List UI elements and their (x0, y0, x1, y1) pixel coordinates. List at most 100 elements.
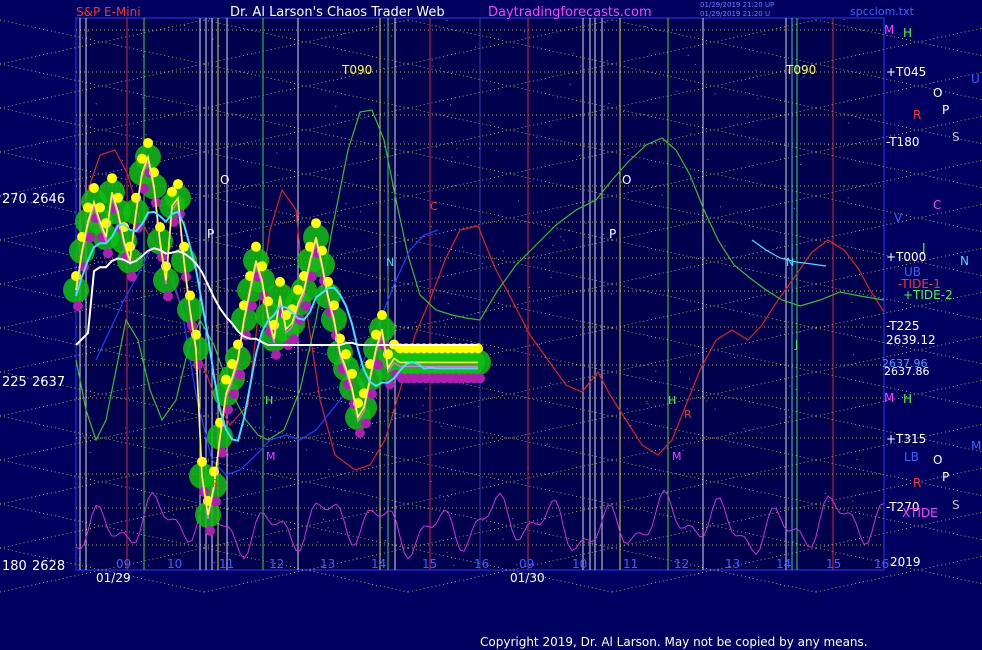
star-dot (847, 197, 849, 199)
star-dot (343, 33, 345, 35)
star-dot (444, 323, 446, 325)
star-dot (184, 25, 186, 27)
star-dot (569, 230, 571, 232)
low-marker-dot (235, 369, 245, 380)
star-dot (604, 22, 606, 24)
star-dot (626, 375, 628, 377)
star-dot (86, 153, 88, 155)
right-label: C (933, 198, 941, 212)
star-dot (626, 408, 628, 410)
x-tick-label: 11 (623, 557, 638, 571)
star-dot (472, 69, 474, 71)
star-dot (484, 436, 486, 438)
star-dot (843, 185, 845, 187)
star-dot (384, 540, 386, 542)
y-tick-price: 2628 (32, 559, 65, 574)
x-tick-label: 12 (674, 557, 689, 571)
high-marker-dot (155, 222, 165, 233)
star-dot (439, 67, 441, 69)
chart-annotation: H (668, 394, 676, 407)
star-dot (682, 449, 684, 451)
star-dot (607, 60, 609, 62)
star-dot (661, 194, 663, 196)
star-dot (354, 248, 356, 250)
star-dot (706, 400, 708, 402)
chart-annotation: O (622, 173, 631, 187)
star-dot (719, 206, 721, 208)
star-dot (609, 498, 611, 500)
site-link[interactable]: Daytradingforecasts.com (488, 5, 652, 20)
star-dot (264, 426, 266, 428)
star-dot (385, 454, 387, 456)
low-marker-dot (127, 271, 137, 282)
star-dot (383, 67, 385, 69)
star-dot (743, 428, 745, 430)
chart-annotation: T090 (341, 63, 372, 77)
chart-annotation: H (265, 394, 273, 407)
star-dot (516, 564, 518, 566)
star-dot (142, 29, 144, 31)
star-dot (177, 455, 179, 457)
star-dot (401, 78, 403, 80)
star-dot (861, 324, 863, 326)
low-marker-dot (229, 389, 239, 399)
y-tick-angle: 270 (2, 192, 27, 207)
star-dot (322, 519, 324, 521)
star-dot (299, 212, 301, 214)
copyright-footer: Copyright 2019, Dr. Al Larson. May not b… (480, 635, 868, 649)
right-label: S (952, 130, 960, 144)
date-label: 01/29 (96, 571, 131, 585)
star-dot (528, 286, 530, 288)
star-dot (328, 468, 330, 470)
low-marker-dot (73, 301, 83, 311)
star-dot (403, 141, 405, 143)
star-dot (524, 31, 526, 33)
chart-annotation: N (786, 256, 794, 269)
star-dot (294, 441, 296, 443)
star-dot (481, 263, 483, 265)
star-dot (495, 149, 497, 151)
star-dot (269, 416, 271, 418)
star-dot (757, 98, 759, 100)
star-dot (689, 378, 691, 380)
star-dot (714, 408, 716, 410)
chart-title: Dr. Al Larson's Chaos Trader Web (230, 5, 445, 20)
star-dot (502, 250, 504, 252)
date-label: 01/30 (510, 571, 545, 585)
star-dot (305, 449, 307, 451)
star-dot (194, 199, 196, 201)
star-dot (618, 105, 620, 107)
low-marker-dot (289, 334, 299, 345)
right-label: +TIDE-2 (903, 288, 953, 302)
star-dot (569, 83, 571, 85)
star-dot (149, 264, 151, 266)
star-dot (208, 18, 210, 20)
x-tick-label: 14 (776, 557, 791, 571)
star-dot (289, 148, 291, 150)
star-dot (622, 111, 624, 113)
star-dot (536, 522, 538, 524)
star-dot (430, 291, 432, 293)
chart-annotation: R (212, 477, 220, 490)
timestamp-1: 01/29/2019 21:20 UP (700, 1, 774, 9)
star-dot (447, 303, 449, 305)
star-dot (603, 234, 605, 236)
star-dot (184, 417, 186, 419)
x-tick-label: 14 (371, 557, 386, 571)
chart-annotation: P (207, 227, 214, 241)
star-dot (434, 321, 436, 323)
low-marker-dot (271, 349, 281, 360)
star-dot (646, 400, 648, 402)
star-dot (858, 511, 860, 513)
high-marker-dot (251, 241, 261, 252)
star-dot (549, 382, 551, 384)
star-dot (467, 156, 469, 158)
star-dot (453, 564, 455, 566)
star-dot (121, 159, 123, 161)
right-label: P (942, 103, 949, 117)
chart-annotation: R (684, 408, 692, 421)
star-dot (808, 392, 810, 394)
star-dot (381, 527, 383, 529)
right-label: O (933, 453, 942, 467)
star-dot (512, 47, 514, 49)
